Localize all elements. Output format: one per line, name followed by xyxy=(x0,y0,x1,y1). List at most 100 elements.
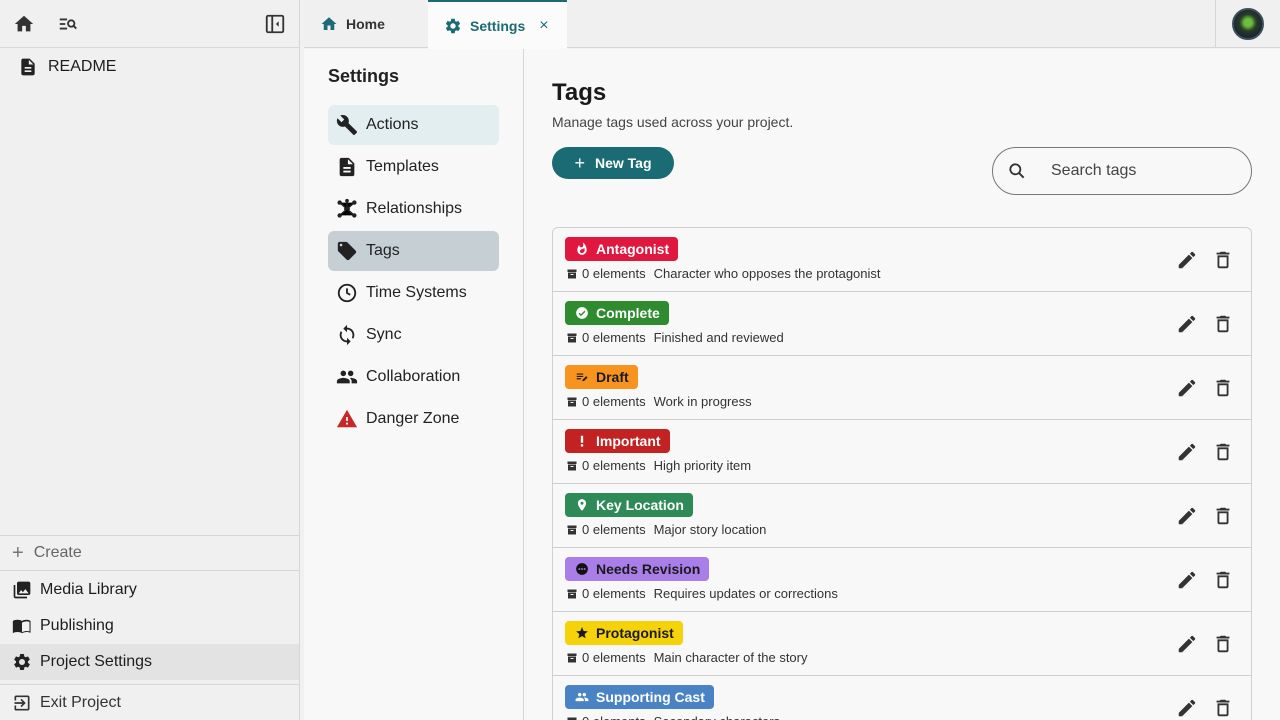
nav-item-collaboration[interactable]: Collaboration xyxy=(328,357,499,397)
tag-chip[interactable]: Supporting Cast xyxy=(565,685,714,709)
clock-icon xyxy=(337,283,357,303)
tag-row[interactable]: Draft 0 elements Work in progress xyxy=(553,356,1251,420)
tag-meta: 0 elements Main character of the story xyxy=(566,650,808,665)
tag-row[interactable]: Needs Revision 0 elements Requires updates… xyxy=(553,548,1251,612)
tag-count: 0 elements xyxy=(582,458,646,473)
close-icon[interactable]: × xyxy=(539,17,548,35)
edit-icon[interactable] xyxy=(1175,312,1199,336)
home-icon xyxy=(321,17,337,30)
tag-count: 0 elements xyxy=(582,522,646,537)
document-icon xyxy=(21,58,35,76)
tag-chip[interactable]: Needs Revision xyxy=(565,557,710,581)
home-icon[interactable] xyxy=(12,12,36,36)
dots-circle-icon xyxy=(575,562,589,576)
tag-row[interactable]: Important 0 elements High priority item xyxy=(553,420,1251,484)
tag-description: Finished and reviewed xyxy=(653,330,784,345)
nav-item-templates[interactable]: Templates xyxy=(328,147,499,187)
tag-list: Antagonist 0 elements Character who oppose… xyxy=(552,227,1252,720)
delete-icon[interactable] xyxy=(1211,376,1235,400)
nav-item-danger-zone[interactable]: Danger Zone xyxy=(328,399,499,439)
delete-icon[interactable] xyxy=(1211,248,1235,272)
document-icon xyxy=(339,157,355,177)
wrench-icon xyxy=(336,115,358,136)
sidebar-item-label: Publishing xyxy=(40,617,114,634)
tag-chip[interactable]: Key Location xyxy=(565,493,693,517)
user-menu[interactable] xyxy=(1215,0,1280,48)
tag-row[interactable]: Supporting Cast 0 elements Secondary chara… xyxy=(553,676,1251,720)
new-tag-label: New Tag xyxy=(594,155,652,171)
tag-meta: 0 elements Character who opposes the prot… xyxy=(566,266,881,281)
tag-meta: 0 elements Work in progress xyxy=(566,394,752,409)
tag-description: Secondary characters xyxy=(654,714,780,720)
archive-icon xyxy=(567,397,577,406)
tag-chip[interactable]: Draft xyxy=(565,365,638,389)
tag-count: 0 elements xyxy=(582,650,646,665)
tag-description: Requires updates or corrections xyxy=(653,586,838,601)
tag-name: Supporting Cast xyxy=(596,689,705,705)
edit-icon[interactable] xyxy=(1175,568,1199,592)
edit-icon[interactable] xyxy=(1175,440,1199,464)
tag-description: Work in progress xyxy=(653,394,752,409)
tag-chip[interactable]: Complete xyxy=(565,301,669,325)
search-input[interactable] xyxy=(1051,162,1221,180)
tag-name: Draft xyxy=(596,369,629,385)
exit-icon xyxy=(14,695,30,710)
tag-name: Key Location xyxy=(596,497,684,513)
tag-row[interactable]: Protagonist 0 elements Main character of t… xyxy=(553,612,1251,676)
nav-item-relationships[interactable]: Relationships xyxy=(328,189,499,229)
avatar xyxy=(1232,8,1264,40)
readme-item[interactable]: README xyxy=(0,48,299,86)
people-icon xyxy=(336,370,358,384)
delete-icon[interactable] xyxy=(1211,504,1235,528)
sidebar-item-publishing[interactable]: Publishing xyxy=(0,608,299,644)
nav-item-label: Relationships xyxy=(366,200,463,217)
search-list-icon[interactable] xyxy=(56,12,80,36)
tag-chip[interactable]: Antagonist xyxy=(565,237,679,261)
nav-item-actions[interactable]: Actions xyxy=(328,105,499,145)
nav-item-time-systems[interactable]: Time Systems xyxy=(328,273,499,313)
new-tag-button[interactable]: + New Tag xyxy=(552,147,674,179)
tag-name: Important xyxy=(596,433,661,449)
delete-icon[interactable] xyxy=(1211,632,1235,656)
tag-meta: 0 elements Requires updates or correction… xyxy=(566,586,838,601)
tag-row[interactable]: Key Location 0 elements Major story locati… xyxy=(553,484,1251,548)
delete-icon[interactable] xyxy=(1211,696,1235,720)
edit-icon[interactable] xyxy=(1175,696,1199,720)
tab-home[interactable]: Home xyxy=(320,0,385,48)
sidebar-item-media-library[interactable]: Media Library xyxy=(0,572,299,608)
search-box[interactable] xyxy=(992,147,1252,195)
media-icon xyxy=(13,581,31,599)
delete-icon[interactable] xyxy=(1211,440,1235,464)
tag-name: Complete xyxy=(596,305,660,321)
delete-icon[interactable] xyxy=(1211,312,1235,336)
edit-icon[interactable] xyxy=(1175,504,1199,528)
collapse-sidebar-icon[interactable] xyxy=(263,12,287,36)
create-button[interactable]: + Create xyxy=(0,535,299,571)
tags-panel: Tags Manage tags used across your projec… xyxy=(524,49,1280,720)
edit-icon[interactable] xyxy=(1175,376,1199,400)
edit-icon[interactable] xyxy=(1175,632,1199,656)
tag-meta: 0 elements Secondary characters xyxy=(566,714,780,720)
tag-row[interactable]: Antagonist 0 elements Character who oppose… xyxy=(553,228,1251,292)
nav-item-sync[interactable]: Sync xyxy=(328,315,499,355)
nav-item-label: Templates xyxy=(366,158,439,175)
sidebar-item-label: Project Settings xyxy=(40,653,153,670)
tag-count: 0 elements xyxy=(582,330,646,345)
tag-chip[interactable]: Protagonist xyxy=(565,621,683,645)
nav-item-label: Sync xyxy=(366,326,402,343)
tab-label: Settings xyxy=(470,17,526,34)
tag-row[interactable]: Complete 0 elements Finished and reviewed xyxy=(553,292,1251,356)
tab-settings[interactable]: Settings × xyxy=(428,0,567,49)
search-icon xyxy=(1009,163,1025,179)
pin-icon xyxy=(575,498,589,512)
nav-item-label: Tags xyxy=(366,242,400,259)
tag-name: Protagonist xyxy=(596,625,674,641)
exit-project-button[interactable]: Exit Project xyxy=(0,684,299,720)
nav-item-tags[interactable]: Tags xyxy=(328,231,499,271)
tag-chip[interactable]: Important xyxy=(565,429,670,453)
delete-icon[interactable] xyxy=(1211,568,1235,592)
nav-item-label: Danger Zone xyxy=(366,410,460,427)
tag-name: Needs Revision xyxy=(596,561,701,577)
edit-icon[interactable] xyxy=(1175,248,1199,272)
sidebar-item-project-settings[interactable]: Project Settings xyxy=(0,644,299,680)
